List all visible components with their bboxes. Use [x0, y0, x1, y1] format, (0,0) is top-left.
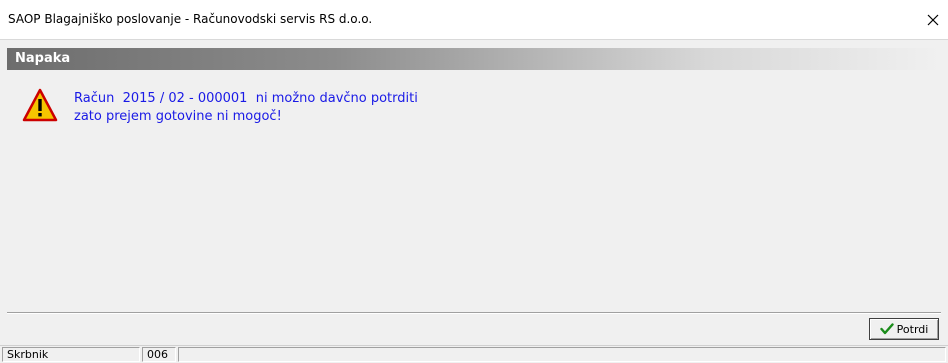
window-title: SAOP Blagajniško poslovanje - Računovods…	[8, 12, 373, 26]
confirm-button-label: Potrdi	[896, 322, 929, 336]
dialog-header: Napaka	[7, 48, 941, 70]
status-extra	[178, 347, 946, 362]
close-icon	[927, 14, 939, 26]
message-area: Račun 2015 / 02 - 000001 ni možno davčno…	[7, 70, 941, 310]
warning-icon	[22, 88, 58, 122]
status-code: 006	[142, 347, 176, 362]
footer-divider	[7, 312, 941, 314]
dialog-window: SAOP Blagajniško poslovanje - Računovods…	[0, 0, 948, 363]
close-button[interactable]	[918, 0, 948, 40]
dialog-header-title: Napaka	[15, 51, 71, 66]
title-bar[interactable]: SAOP Blagajniško poslovanje - Računovods…	[0, 0, 948, 40]
error-message: Račun 2015 / 02 - 000001 ni možno davčno…	[74, 90, 418, 126]
check-icon	[879, 323, 894, 335]
confirm-button[interactable]: Potrdi	[869, 318, 939, 340]
status-user: Skrbnik	[2, 347, 140, 362]
status-bar: Skrbnik 006	[0, 345, 948, 363]
error-message-line-1: Račun 2015 / 02 - 000001 ni možno davčno…	[74, 91, 418, 106]
error-message-line-2: zato prejem gotovine ni mogoč!	[74, 109, 282, 124]
